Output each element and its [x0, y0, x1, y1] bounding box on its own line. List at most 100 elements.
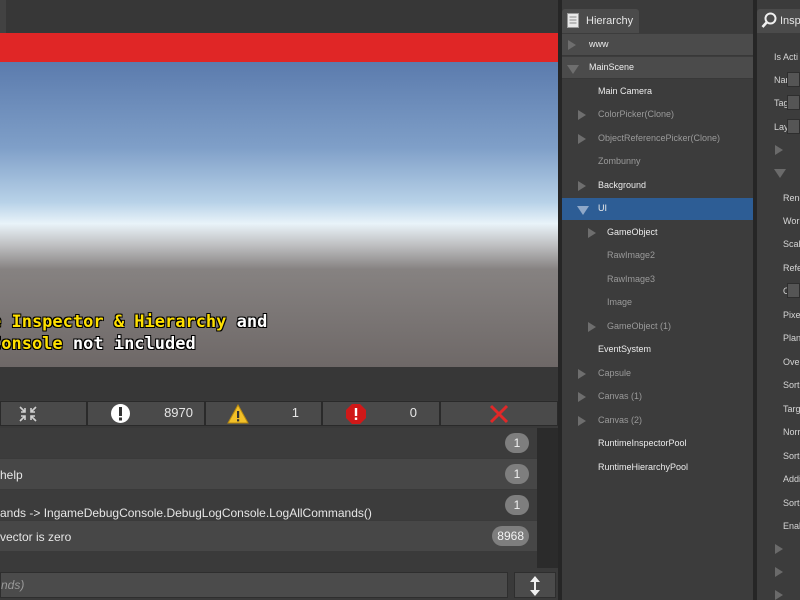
- inspector-field-label: Addi: [783, 474, 800, 484]
- hierarchy-item[interactable]: GameObject (1): [562, 316, 753, 338]
- scene-row-mainscene[interactable]: MainScene: [562, 57, 753, 79]
- log-message: ands -> IngameDebugConsole.DebugLogConso…: [0, 506, 372, 520]
- error-count: 0: [409, 405, 417, 420]
- overlay-caption-line1: e Inspector & Hierarchy and: [0, 312, 267, 332]
- error-octagon-icon: [346, 404, 366, 424]
- expand-arrow-icon[interactable]: [578, 134, 586, 144]
- warning-count: 1: [291, 405, 299, 420]
- expand-arrow-icon[interactable]: [578, 369, 586, 379]
- tag-dropdown[interactable]: [787, 95, 800, 110]
- inspector-field-label: Enab: [783, 521, 800, 531]
- log-entry[interactable]: vector is zero 8968: [0, 521, 537, 551]
- clear-button[interactable]: [440, 401, 558, 426]
- log-message: help: [0, 468, 23, 482]
- hierarchy-item[interactable]: Image: [562, 292, 753, 314]
- game-view-toolbar: [0, 0, 558, 33]
- expand-arrow-icon[interactable]: [578, 392, 586, 402]
- hierarchy-item[interactable]: Main Camera: [562, 81, 753, 103]
- log-scrollbar[interactable]: [537, 428, 558, 568]
- expand-arrow-icon[interactable]: [775, 145, 783, 155]
- log-entry[interactable]: ands -> IngameDebugConsole.DebugLogConso…: [0, 490, 537, 520]
- item-name: UI: [598, 203, 607, 213]
- overlay-text: and: [226, 312, 268, 332]
- hierarchy-item[interactable]: EventSystem: [562, 339, 753, 361]
- checkbox[interactable]: [787, 283, 800, 298]
- expand-arrow-icon[interactable]: [578, 110, 586, 120]
- inspector-field-label: Work: [783, 216, 800, 226]
- hierarchy-item[interactable]: Background: [562, 175, 753, 197]
- hierarchy-item[interactable]: ColorPicker(Clone): [562, 104, 753, 126]
- name-input[interactable]: [787, 72, 800, 87]
- inspector-field-label: Is Acti: [774, 52, 799, 62]
- collapse-arrow-icon[interactable]: [567, 65, 579, 74]
- item-name: Background: [598, 180, 647, 190]
- expand-arrow-icon[interactable]: [578, 181, 586, 191]
- expand-arrow-icon[interactable]: [568, 40, 576, 50]
- inspector-field-label: Rend: [783, 193, 800, 203]
- item-name: RuntimeInspectorPool: [598, 438, 687, 448]
- expand-arrow-icon[interactable]: [775, 590, 783, 600]
- collapse-arrow-icon[interactable]: [577, 206, 589, 215]
- hierarchy-item[interactable]: ObjectReferencePicker(Clone): [562, 128, 753, 150]
- expand-arrow-icon[interactable]: [775, 567, 783, 577]
- item-name: GameObject: [607, 227, 658, 237]
- item-name: ColorPicker(Clone): [598, 109, 675, 119]
- item-name: Capsule: [598, 368, 632, 378]
- hierarchy-item[interactable]: RawImage3: [562, 269, 753, 291]
- hierarchy-item[interactable]: Zombunny: [562, 151, 753, 173]
- hierarchy-item[interactable]: RuntimeHierarchyPool: [562, 457, 753, 479]
- log-count-badge: 1: [505, 464, 529, 484]
- log-entry[interactable]: 1: [0, 428, 537, 458]
- overlay-text: not included: [62, 334, 196, 354]
- overlay-highlight: e Inspector & Hierarchy: [0, 312, 227, 332]
- search-icon: [761, 12, 777, 28]
- scene-row-www[interactable]: www: [562, 34, 753, 56]
- vertical-resize-icon: [530, 576, 540, 596]
- log-message: vector is zero: [0, 530, 72, 544]
- inspector-field-label: Pixe: [783, 310, 800, 320]
- expand-arrow-icon[interactable]: [588, 322, 596, 332]
- log-list[interactable]: 1 help 1 ands -> IngameDebugConsole.Debu…: [0, 428, 537, 568]
- item-name: Canvas (1): [598, 391, 643, 401]
- log-count-badge: 1: [505, 433, 529, 453]
- hierarchy-item[interactable]: Canvas (1): [562, 386, 753, 408]
- item-name: ObjectReferencePicker(Clone): [598, 133, 721, 143]
- console-header-bar: [0, 367, 558, 400]
- resize-button[interactable]: [514, 572, 556, 598]
- command-placeholder: nds): [1, 578, 25, 592]
- inspector-field-label: Sorti: [783, 451, 800, 461]
- inspector-field-label: Targ: [783, 404, 800, 414]
- log-count-badge: 1: [505, 495, 529, 515]
- expand-arrow-icon[interactable]: [775, 544, 783, 554]
- collapse-button[interactable]: [0, 401, 87, 426]
- layer-dropdown[interactable]: [787, 119, 800, 134]
- expand-arrow-icon[interactable]: [578, 416, 586, 426]
- inspector-field-label: Plan: [783, 333, 800, 343]
- hierarchy-item[interactable]: GameObject: [562, 222, 753, 244]
- command-input[interactable]: nds): [0, 572, 508, 598]
- inspector-field-label: Sorti: [783, 380, 800, 390]
- log-entry[interactable]: help 1: [0, 459, 537, 489]
- scene-name: MainScene: [589, 62, 635, 72]
- document-icon: [567, 13, 579, 28]
- expand-arrow-icon[interactable]: [588, 228, 596, 238]
- collapse-arrow-icon[interactable]: [774, 169, 786, 178]
- game-view-tab[interactable]: [0, 0, 6, 33]
- item-name: Zombunny: [598, 156, 641, 166]
- scene-name: www: [589, 39, 609, 49]
- close-x-icon: [489, 404, 509, 424]
- overlay-caption-line2: Console not included: [0, 334, 196, 354]
- hierarchy-item[interactable]: RuntimeInspectorPool: [562, 433, 753, 455]
- item-name: Image: [607, 297, 633, 307]
- hierarchy-item[interactable]: RawImage2: [562, 245, 753, 267]
- inspector-field-label: Refe: [783, 263, 800, 273]
- warning-triangle-icon: [227, 404, 249, 424]
- item-name: GameObject (1): [607, 321, 672, 331]
- info-circle-icon: [111, 404, 130, 423]
- hierarchy-item[interactable]: Capsule: [562, 363, 753, 385]
- item-name: Canvas (2): [598, 415, 643, 425]
- log-count-badge: 8968: [492, 526, 529, 546]
- item-name: Main Camera: [598, 86, 653, 96]
- hierarchy-item[interactable]: Canvas (2): [562, 410, 753, 432]
- hierarchy-item-selected[interactable]: UI: [562, 198, 753, 220]
